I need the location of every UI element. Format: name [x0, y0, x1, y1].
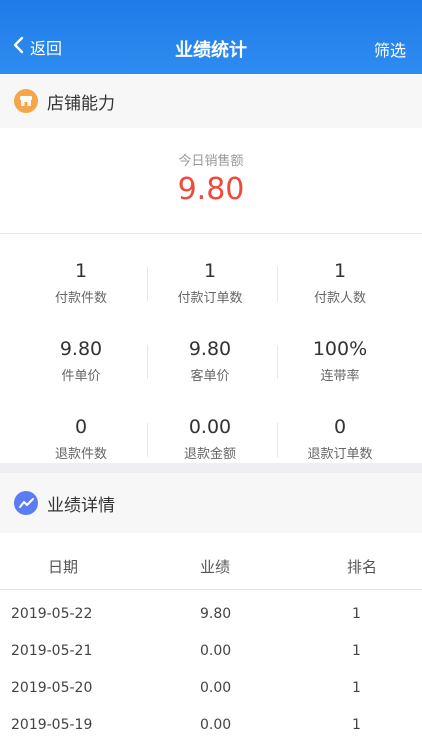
metric-label: 件单价	[61, 369, 101, 384]
page-title: 业绩统计	[175, 40, 247, 61]
section-title: 店铺能力	[47, 93, 115, 114]
section-title: 业绩详情	[47, 495, 115, 516]
metric-value: 1	[333, 260, 347, 282]
cell-rank: 1	[352, 680, 361, 696]
metric-item-price: 9.80 件单价	[11, 323, 151, 393]
metric-label: 连带率	[320, 369, 360, 384]
cell-performance: 9.80	[200, 606, 232, 622]
metric-customer-price: 9.80 客单价	[140, 323, 280, 393]
cell-performance: 0.00	[200, 717, 232, 733]
metric-value: 9.80	[59, 338, 103, 360]
cell-rank: 1	[352, 606, 361, 622]
metric-label: 退款金额	[183, 447, 236, 462]
section-gap	[0, 463, 422, 473]
store-icon	[14, 89, 38, 113]
metric-paid-items: 1 付款件数	[11, 245, 151, 315]
today-sales-card: 今日销售额 9.80	[0, 128, 422, 234]
metric-value: 0	[74, 416, 88, 438]
metric-value: 0.00	[188, 416, 232, 438]
metric-value: 9.80	[188, 338, 232, 360]
column-header-performance: 业绩	[200, 558, 231, 576]
metrics-row: 1 付款件数 1 付款订单数 1 付款人数	[0, 245, 422, 315]
cell-performance: 0.00	[200, 680, 232, 696]
metric-value: 0	[333, 416, 347, 438]
cell-date: 2019-05-20	[11, 680, 93, 696]
column-header-rank: 排名	[347, 558, 378, 576]
cell-date: 2019-05-22	[11, 606, 93, 622]
metrics-row: 0 退款件数 0.00 退款金额 0 退款订单数	[0, 401, 422, 471]
metric-label: 退款件数	[54, 447, 107, 462]
metric-label: 退款订单数	[307, 447, 373, 462]
metric-refund-orders: 0 退款订单数	[270, 401, 410, 471]
metric-value: 1	[203, 260, 217, 282]
metric-refund-items: 0 退款件数	[11, 401, 151, 471]
metric-value: 1	[74, 260, 88, 282]
metric-attach-rate: 100% 连带率	[270, 323, 410, 393]
cell-performance: 0.00	[200, 643, 232, 659]
trend-chart-icon	[14, 491, 38, 515]
metric-label: 客单价	[190, 369, 230, 384]
cell-date: 2019-05-21	[11, 643, 93, 659]
nav-bar: 返回 业绩统计 筛选	[0, 0, 422, 74]
metric-paid-orders: 1 付款订单数	[140, 245, 280, 315]
table-row[interactable]: 2019-05-19 0.00 1	[0, 708, 422, 745]
metric-value: 100%	[312, 338, 368, 360]
table-header: 日期 业绩 排名	[0, 540, 422, 590]
table-row[interactable]: 2019-05-20 0.00 1	[0, 671, 422, 708]
table-row[interactable]: 2019-05-22 9.80 1	[0, 597, 422, 634]
filter-button[interactable]: 筛选	[374, 37, 406, 61]
cell-date: 2019-05-19	[11, 717, 93, 733]
today-sales-label: 今日销售额	[178, 154, 244, 169]
metric-label: 付款订单数	[177, 291, 243, 306]
metric-label: 付款人数	[313, 291, 366, 306]
metrics-grid: 1 付款件数 1 付款订单数 1 付款人数 9.80 件单价 9.80 客单价 …	[0, 235, 422, 463]
store-section-header: 店铺能力	[0, 74, 422, 128]
table-row[interactable]: 2019-05-21 0.00 1	[0, 634, 422, 671]
metrics-row: 9.80 件单价 9.80 客单价 100% 连带率	[0, 323, 422, 393]
metric-label: 付款件数	[54, 291, 107, 306]
detail-section-header: 业绩详情	[0, 473, 422, 533]
metric-refund-amount: 0.00 退款金额	[140, 401, 280, 471]
cell-rank: 1	[352, 717, 361, 733]
metric-paid-customers: 1 付款人数	[270, 245, 410, 315]
column-header-date: 日期	[48, 558, 79, 576]
today-sales-value: 9.80	[177, 172, 245, 207]
cell-rank: 1	[352, 643, 361, 659]
